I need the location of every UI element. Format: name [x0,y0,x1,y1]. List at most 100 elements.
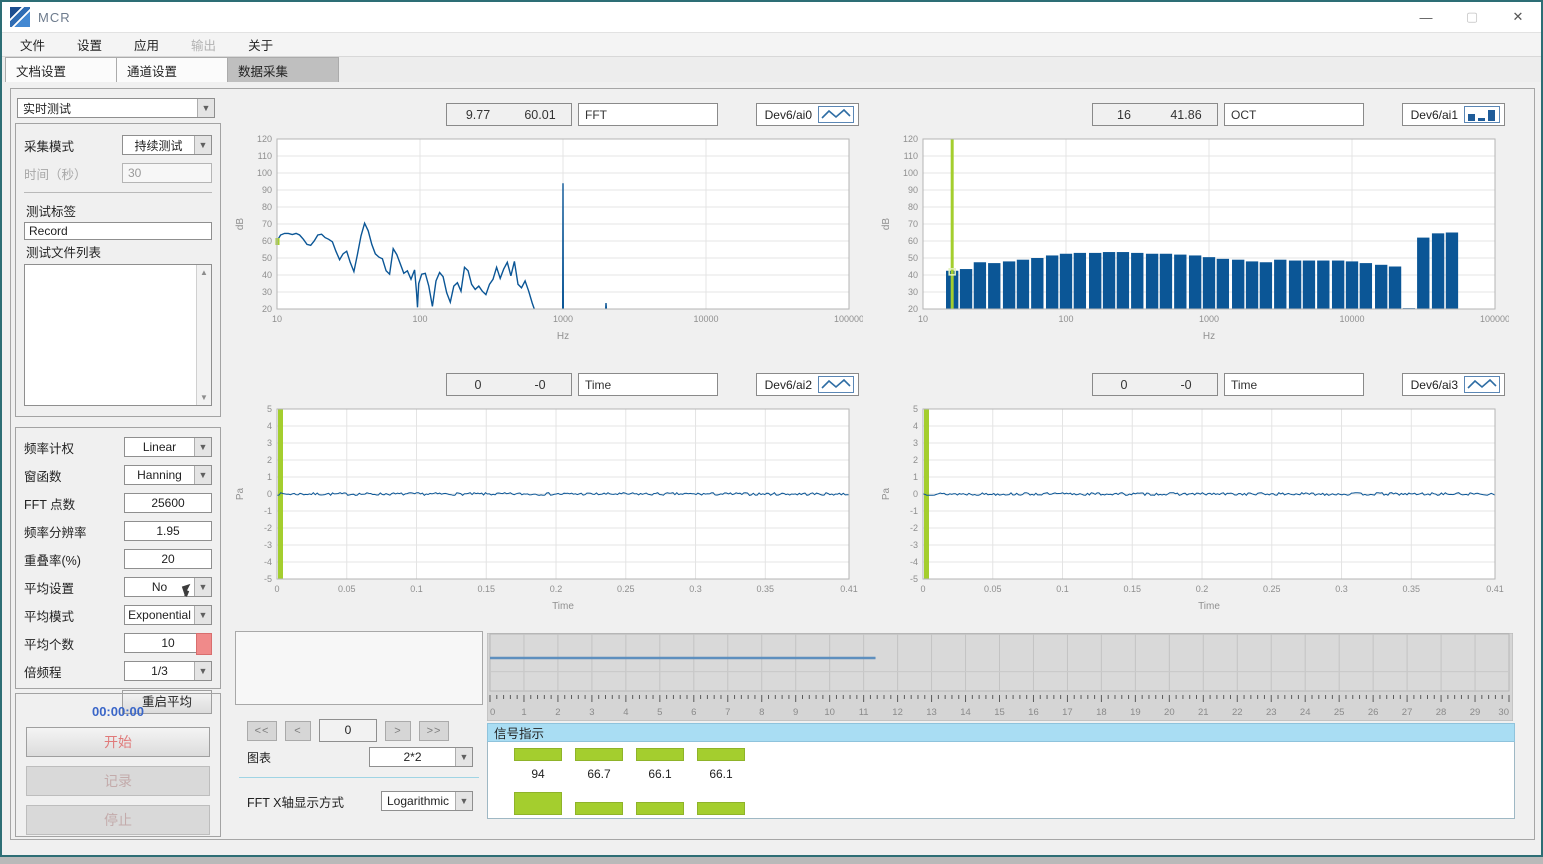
chart-type-value: Time [1231,378,1257,392]
svg-text:0: 0 [913,489,918,499]
svg-text:1000: 1000 [1199,314,1219,324]
chevron-down-icon: ▼ [197,99,214,117]
viewer-panel: << < 0 > >> 图表 2*2 ▼ FFT X轴显示方式 Logarith… [235,631,483,827]
cursor-x-value: 0 [447,378,509,392]
signal-level-bar [514,748,562,761]
file-list-scrollbar[interactable]: ▲ ▼ [196,265,211,405]
page-next-button[interactable]: > [385,721,411,741]
chart-layout-value: 2*2 [370,750,455,764]
scroll-down-icon[interactable]: ▼ [200,390,208,405]
time-seconds-input: 30 [122,163,212,183]
signal-level-bar [697,748,745,761]
cursor-readout-oct: 1641.86 [1092,103,1218,126]
test-file-list[interactable]: ▲ ▼ [24,264,212,406]
oct-plot-area[interactable]: 2030405060708090100110120101001000100001… [877,133,1509,345]
chart-type-select-oct[interactable]: OCT [1224,103,1364,126]
fft-plot-area[interactable]: 2030405060708090100110120101001000100001… [231,133,863,345]
svg-text:110: 110 [258,151,272,161]
test-label-input[interactable]: Record [24,222,212,240]
scroll-up-icon[interactable]: ▲ [200,265,208,280]
chart-panel-time-ai3: 0-0TimeDev6/ai3-5-4-3-2-101234500.050.10… [877,361,1513,619]
svg-text:dB: dB [881,218,892,231]
fft-points-input[interactable]: 25600 [124,493,212,513]
cursor-x-value: 9.77 [447,108,509,122]
average-mode-value: Exponential [125,608,194,622]
svg-text:70: 70 [908,219,918,229]
channel-name: Dev6/ai1 [1411,108,1458,122]
svg-text:0.1: 0.1 [410,584,423,594]
svg-text:90: 90 [908,185,918,195]
cursor-x-value: 16 [1093,108,1155,122]
chart-type-select-time-ai2[interactable]: Time [578,373,718,396]
freq-resolution-label: 频率分辨率 [24,522,124,541]
svg-text:100000: 100000 [1480,314,1509,324]
average-mode-select[interactable]: Exponential▼ [124,605,212,625]
svg-text:10: 10 [918,314,928,324]
time-ai3-plot-area[interactable]: -5-4-3-2-101234500.050.10.150.20.250.30.… [877,403,1509,615]
time-ai2-plot-area[interactable]: -5-4-3-2-101234500.050.10.150.20.250.30.… [231,403,863,615]
svg-text:15: 15 [994,707,1005,718]
svg-text:Pa: Pa [235,487,246,500]
octave-select[interactable]: 1/3▼ [124,661,212,681]
menu-item-settings[interactable]: 设置 [65,33,114,56]
fft-xaxis-mode-select[interactable]: Logarithmic ▼ [381,791,473,811]
freq-weighting-select[interactable]: Linear▼ [124,437,212,457]
page-last-button[interactable]: >> [419,721,449,741]
acq-mode-select[interactable]: 持续测试▼ [122,135,212,155]
chevron-down-icon: ▼ [194,662,211,680]
start-button[interactable]: 开始 [26,727,210,757]
average-setting-select[interactable]: No▼ [124,577,212,597]
tab-data-acquisition[interactable]: 数据采集 [227,57,339,82]
overlap-percent-input[interactable]: 20 [124,549,212,569]
svg-text:0.35: 0.35 [1403,584,1421,594]
page-prev-button[interactable]: < [285,721,311,741]
signal-indicator-box: 信号指示 9466.766.166.1 [487,723,1515,819]
channel-selector-fft[interactable]: Dev6/ai0 [756,103,859,126]
window-function-select[interactable]: Hanning▼ [124,465,212,485]
svg-text:18: 18 [1096,707,1107,718]
svg-text:27: 27 [1402,707,1413,718]
svg-text:20: 20 [1164,707,1175,718]
chart-type-select-time-ai3[interactable]: Time [1224,373,1364,396]
channel-selector-oct[interactable]: Dev6/ai1 [1402,103,1505,126]
svg-text:4: 4 [913,421,918,431]
chart-layout-select[interactable]: 2*2 ▼ [369,747,473,767]
channel-selector-time-ai2[interactable]: Dev6/ai2 [756,373,859,396]
chevron-down-icon: ▼ [194,438,211,456]
line-chart-icon [1466,377,1498,392]
acq-mode-label: 采集模式 [24,136,122,155]
minimize-button[interactable]: — [1403,2,1449,32]
cursor-x-value: 0 [1093,378,1155,392]
menu-item-about[interactable]: 关于 [236,33,285,56]
record-timeline[interactable]: 0123456789101112131415161718192021222324… [487,633,1513,724]
svg-text:100000: 100000 [834,314,863,324]
sidebar: 实时测试 ▼ 采集模式持续测试▼时间（秒）30 测试标签 Record 测试文件… [15,93,223,837]
octave-value: 1/3 [125,664,194,678]
svg-text:0.3: 0.3 [689,584,702,594]
close-button[interactable]: ✕ [1495,2,1541,32]
page-first-button[interactable]: << [247,721,277,741]
menu-item-application[interactable]: 应用 [122,33,171,56]
freq-resolution-input[interactable]: 1.95 [124,521,212,541]
window-function-label: 窗函数 [24,466,124,485]
divider [239,777,479,778]
menu-item-file[interactable]: 文件 [8,33,57,56]
svg-text:110: 110 [904,151,918,161]
chart-header-time-ai3: 0-0TimeDev6/ai3 [877,373,1513,397]
signal-meter-bar [636,802,684,815]
elapsed-timer: 00:00:00 [26,704,210,719]
maximize-button[interactable]: ▢ [1449,2,1495,32]
svg-text:40: 40 [262,270,272,280]
test-mode-select[interactable]: 实时测试 ▼ [17,98,215,118]
menu-bar: 文件设置应用输出关于 [2,32,1541,56]
svg-text:3: 3 [267,438,272,448]
chart-layout-label: 图表 [247,749,369,766]
tab-channel-settings[interactable]: 通道设置 [116,57,228,82]
page-number-input[interactable]: 0 [319,719,377,742]
svg-text:1000: 1000 [553,314,573,324]
chart-type-select-fft[interactable]: FFT [578,103,718,126]
tab-doc-settings[interactable]: 文档设置 [5,57,117,82]
average-count-alert-flag [196,633,212,655]
channel-selector-time-ai3[interactable]: Dev6/ai3 [1402,373,1505,396]
svg-text:28: 28 [1436,707,1447,718]
